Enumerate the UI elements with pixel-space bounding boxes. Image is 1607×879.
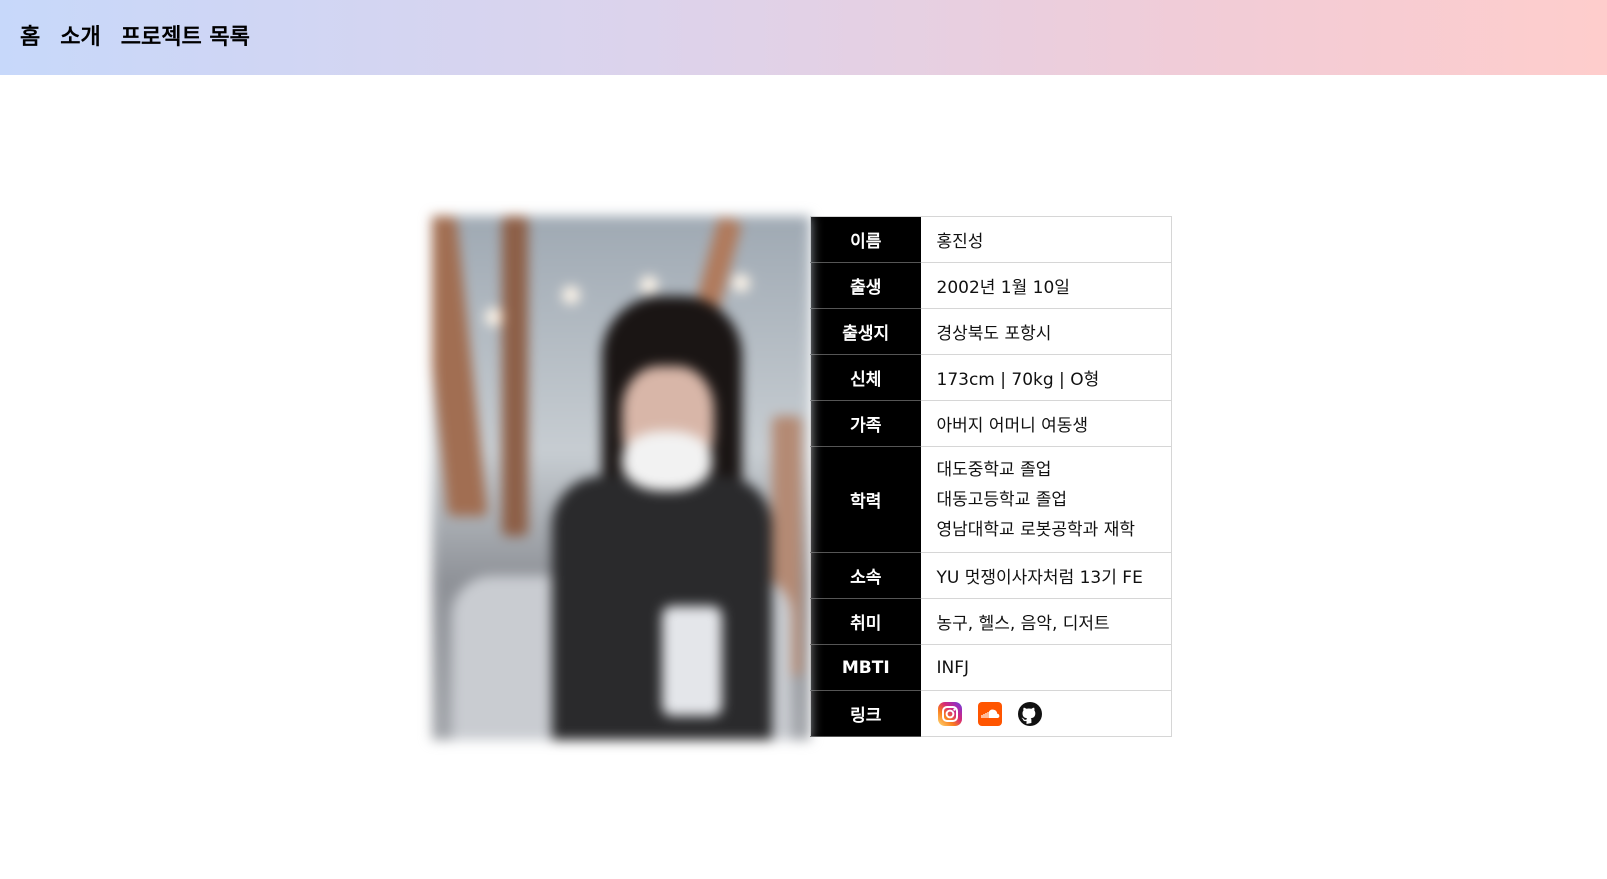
row-label-mbti: MBTI	[810, 644, 921, 691]
nav-projects-link[interactable]: 프로젝트 목록	[121, 26, 250, 49]
profile-photo	[432, 216, 810, 740]
soundcloud-icon[interactable]	[977, 701, 1003, 727]
row-label-education: 학력	[810, 446, 921, 553]
education-item: 영남대학교 로봇공학과 재학	[936, 519, 1136, 540]
table-row: 링크	[810, 690, 1172, 737]
row-value-hobby: 농구, 헬스, 음악, 디저트	[920, 598, 1172, 645]
table-row: 소속 YU 멋쟁이사자처럼 13기 FE	[810, 552, 1172, 599]
table-row: 학력 대도중학교 졸업 대동고등학교 졸업 영남대학교 로봇공학과 재학	[810, 446, 1172, 553]
nav-about-link[interactable]: 소개	[60, 26, 100, 49]
table-row: 신체 173cm | 70kg | O형	[810, 354, 1172, 401]
education-item: 대동고등학교 졸업	[936, 489, 1068, 510]
row-value-affiliation: YU 멋쟁이사자처럼 13기 FE	[920, 552, 1172, 599]
profile-info-table: 이름 홍진성 출생 2002년 1월 10일 출생지 경상북도 포항시 신체 1…	[810, 216, 1172, 737]
row-value-birthplace: 경상북도 포항시	[920, 308, 1172, 355]
table-row: 출생 2002년 1월 10일	[810, 262, 1172, 309]
row-value-links	[920, 690, 1172, 737]
social-links	[937, 701, 1158, 727]
row-label-links: 링크	[810, 690, 921, 737]
row-value-body: 173cm | 70kg | O형	[920, 354, 1172, 401]
row-label-hobby: 취미	[810, 598, 921, 645]
nav-home-link[interactable]: 홈	[20, 26, 40, 49]
table-row: 취미 농구, 헬스, 음악, 디저트	[810, 598, 1172, 645]
row-label-name: 이름	[810, 216, 921, 263]
row-value-education: 대도중학교 졸업 대동고등학교 졸업 영남대학교 로봇공학과 재학	[920, 446, 1172, 553]
education-item: 대도중학교 졸업	[936, 459, 1052, 480]
row-label-birthplace: 출생지	[810, 308, 921, 355]
row-label-affiliation: 소속	[810, 552, 921, 599]
row-value-mbti: INFJ	[920, 644, 1172, 691]
row-value-family: 아버지 어머니 여동생	[920, 400, 1172, 447]
github-icon[interactable]	[1017, 701, 1043, 727]
table-row: 가족 아버지 어머니 여동생	[810, 400, 1172, 447]
row-label-body: 신체	[810, 354, 921, 401]
profile-section: 이름 홍진성 출생 2002년 1월 10일 출생지 경상북도 포항시 신체 1…	[432, 216, 1172, 740]
table-row: MBTI INFJ	[810, 644, 1172, 691]
table-row: 출생지 경상북도 포항시	[810, 308, 1172, 355]
row-value-birth: 2002년 1월 10일	[920, 262, 1172, 309]
table-row: 이름 홍진성	[810, 216, 1172, 263]
top-navbar: 홈 소개 프로젝트 목록	[0, 0, 1607, 75]
row-value-name: 홍진성	[920, 216, 1172, 263]
row-label-family: 가족	[810, 400, 921, 447]
instagram-icon[interactable]	[937, 701, 963, 727]
row-label-birth: 출생	[810, 262, 921, 309]
